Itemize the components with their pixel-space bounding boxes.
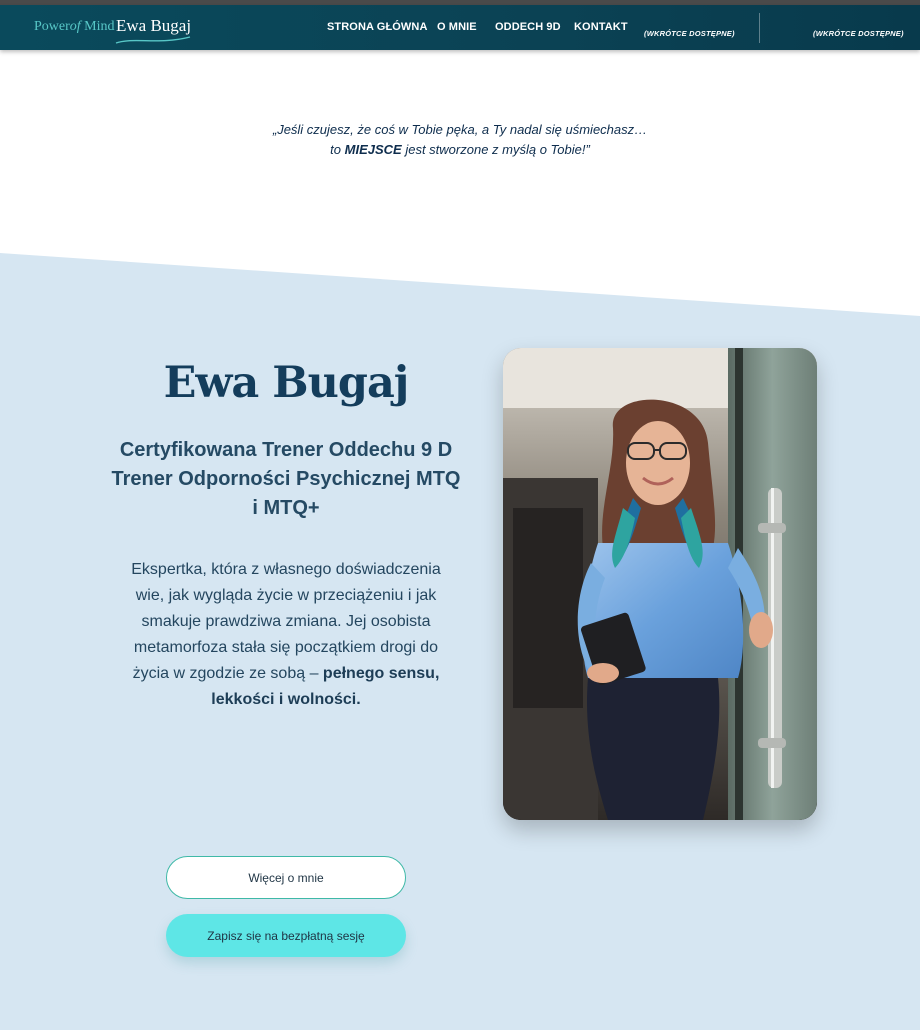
hero-name: Ewa Bugaj bbox=[163, 358, 410, 408]
nav-home[interactable]: STRONA GŁÓWNA bbox=[327, 21, 428, 33]
coming-soon-label bbox=[644, 17, 754, 29]
intro-quote: „Jeśli czujesz, że coś w Tobie pęka, a T… bbox=[272, 122, 648, 157]
hero-description: Ekspertka, która z własnego doświadczeni… bbox=[131, 561, 441, 708]
nav-coming-soon-2[interactable]: (WKRÓTCE DOSTĘPNE) bbox=[813, 17, 920, 43]
coming-soon-note: (WKRÓTCE DOSTĘPNE) bbox=[813, 29, 904, 38]
logo-swoosh-icon bbox=[115, 36, 191, 44]
nav-coming-soon-1[interactable]: (WKRÓTCE DOSTĘPNE) bbox=[644, 17, 754, 43]
nav-about[interactable]: O MNIE bbox=[437, 21, 477, 33]
more-about-me-button[interactable]: Więcej o mnie bbox=[166, 856, 406, 899]
nav-contact[interactable]: KONTAKT bbox=[574, 21, 628, 33]
portrait-photo bbox=[503, 348, 817, 820]
coming-soon-note: (WKRÓTCE DOSTĘPNE) bbox=[644, 29, 735, 38]
logo-name: Ewa Bugaj bbox=[116, 16, 192, 35]
nav-divider bbox=[759, 13, 760, 43]
nav-breath-9d[interactable]: ODDECH 9D bbox=[495, 21, 561, 33]
book-free-session-button[interactable]: Zapisz się na bezpłatną sesję bbox=[166, 914, 406, 957]
top-navbar: Powerof Mind Ewa Bugaj STRONA GŁÓWNA O M… bbox=[0, 5, 920, 50]
coming-soon-label bbox=[813, 17, 920, 29]
logo-power-of-mind: Powerof Mind bbox=[34, 19, 115, 34]
hero-credentials: Certyfikowana Trener Oddechu 9 D Trener … bbox=[111, 439, 461, 519]
quote-emphasis: MIEJSCE bbox=[344, 142, 402, 157]
portrait-illustration bbox=[503, 348, 817, 820]
